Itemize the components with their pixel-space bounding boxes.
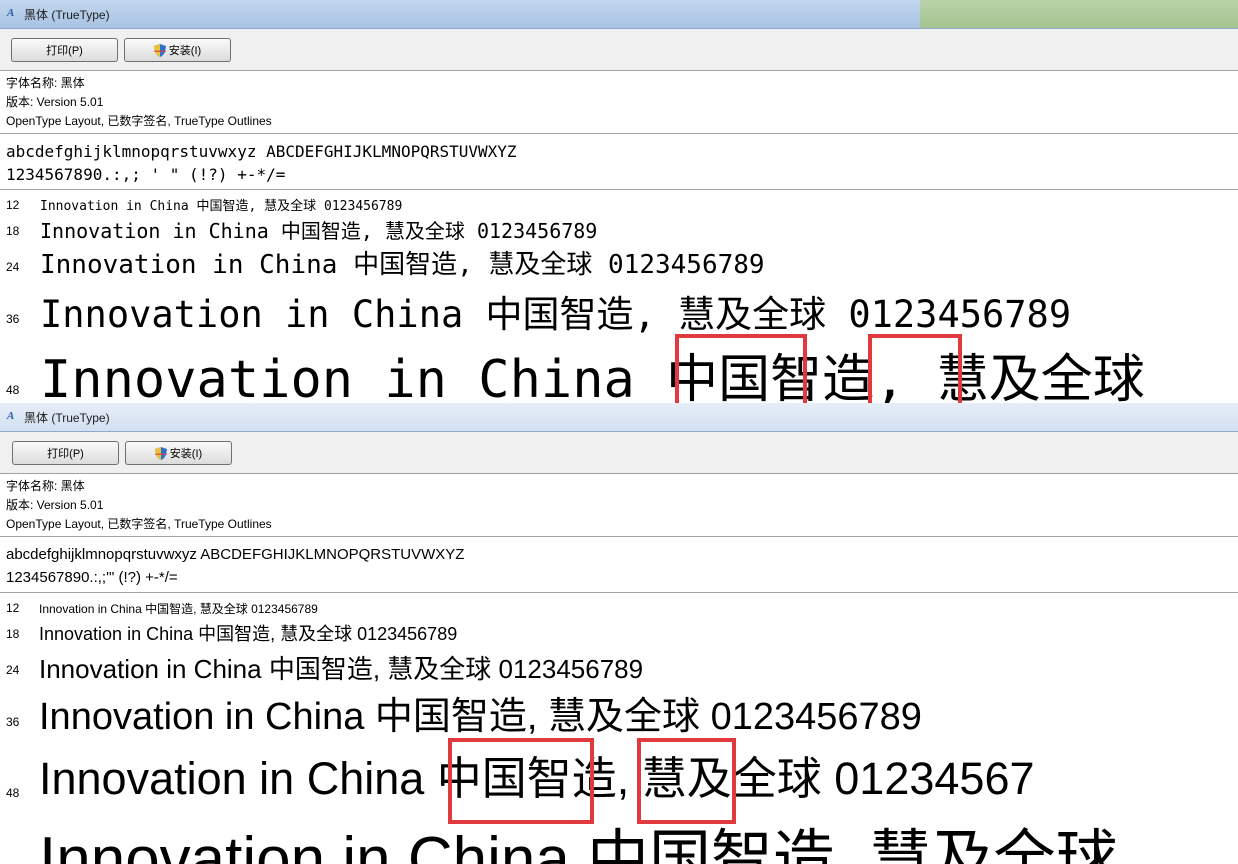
uac-shield-icon bbox=[153, 43, 166, 57]
sample-text: Innovation in China 中国智造, 慧及全球 012345678… bbox=[39, 624, 458, 644]
font-version: 版本: Version 5.01 bbox=[6, 498, 104, 512]
sample-text: Innovation in China 中国智造, 慧及全球 012345678… bbox=[40, 293, 1072, 336]
install-button-label: 安装(I) bbox=[168, 45, 202, 57]
sample-text: Innovation in China 中国智造, 慧及全球 012345678… bbox=[40, 219, 598, 243]
sample-text: Innovation in China 中国智造, 慧及全球 bbox=[40, 350, 1145, 403]
font-app-icon: A bbox=[7, 410, 15, 422]
print-button-label: 打印(P) bbox=[47, 448, 84, 460]
font-version: 版本: Version 5.01 bbox=[6, 95, 104, 109]
highlight-box bbox=[868, 334, 962, 403]
size-label: 36 bbox=[6, 312, 20, 326]
title-bar[interactable]: A 黑体 (TrueType) bbox=[0, 0, 1238, 29]
install-button[interactable]: 安装(I) bbox=[124, 38, 231, 62]
size-label: 18 bbox=[6, 627, 20, 641]
sample-text: Innovation in China 中国智造, 慧及全球 012345678… bbox=[39, 696, 922, 738]
size-label: 24 bbox=[6, 663, 20, 677]
font-type-info: OpenType Layout, 已数字签名, TrueType Outline… bbox=[6, 517, 272, 531]
character-sample: abcdefghijklmnopqrstuvwxyz ABCDEFGHIJKLM… bbox=[0, 134, 1238, 190]
alphabet-sample: abcdefghijklmnopqrstuvwxyz ABCDEFGHIJKLM… bbox=[6, 142, 517, 161]
size-label: 18 bbox=[6, 224, 20, 238]
toolbar: 打印(P) 安装(I) bbox=[0, 29, 1238, 71]
highlight-box bbox=[637, 738, 736, 824]
sample-text: Innovation in China 中国智造, 慧及全球 012345678… bbox=[39, 602, 318, 616]
size-label: 48 bbox=[6, 786, 20, 800]
sample-text: Innovation in China 中国智造, 慧及全球 012345678… bbox=[39, 654, 644, 684]
install-button-label: 安装(I) bbox=[169, 448, 203, 460]
alphabet-sample: abcdefghijklmnopqrstuvwxyz ABCDEFGHIJKLM… bbox=[6, 546, 465, 563]
highlight-box bbox=[448, 738, 594, 824]
font-app-icon: A bbox=[7, 7, 15, 19]
uac-shield-icon bbox=[154, 446, 167, 460]
install-button[interactable]: 安装(I) bbox=[125, 441, 232, 465]
font-info: 字体名称: 黑体 版本: Version 5.01 OpenType Layou… bbox=[0, 474, 1238, 537]
font-viewer-window-top: A 黑体 (TrueType) 打印(P) 安装(I) 字体名称: 黑体 版本:… bbox=[0, 0, 1238, 403]
font-name: 字体名称: 黑体 bbox=[6, 76, 85, 90]
digits-sample: 1234567890.:,; ' " (!?) +-*/= bbox=[6, 165, 286, 184]
size-label: 48 bbox=[6, 383, 20, 397]
window-title: 黑体 (TrueType) bbox=[24, 411, 110, 425]
font-viewer-window-bottom: A 黑体 (TrueType) 打印(P) 安装(I) 字体名称: 黑体 版本:… bbox=[0, 403, 1238, 864]
character-sample: abcdefghijklmnopqrstuvwxyz ABCDEFGHIJKLM… bbox=[0, 537, 1238, 593]
sample-text: Innovation in China 中国智造, 慧及全球 012345678… bbox=[40, 199, 403, 214]
font-type-info: OpenType Layout, 已数字签名, TrueType Outline… bbox=[6, 114, 272, 128]
size-label: 12 bbox=[6, 601, 20, 615]
size-label: 36 bbox=[6, 715, 20, 729]
sample-text: Innovation in China 中国智造, 慧及全球 012345678… bbox=[40, 250, 765, 280]
font-name: 字体名称: 黑体 bbox=[6, 479, 85, 493]
print-button[interactable]: 打印(P) bbox=[11, 38, 118, 62]
print-button[interactable]: 打印(P) bbox=[12, 441, 119, 465]
size-label: 24 bbox=[6, 260, 20, 274]
size-label: 12 bbox=[6, 198, 20, 212]
digits-sample: 1234567890.:,;'" (!?) +-*/= bbox=[6, 569, 178, 586]
title-bar[interactable]: A 黑体 (TrueType) bbox=[0, 403, 1238, 432]
toolbar: 打印(P) 安装(I) bbox=[0, 432, 1238, 474]
highlight-box bbox=[675, 334, 807, 403]
window-title: 黑体 (TrueType) bbox=[24, 8, 110, 22]
font-info: 字体名称: 黑体 版本: Version 5.01 OpenType Layou… bbox=[0, 71, 1238, 134]
print-button-label: 打印(P) bbox=[46, 45, 83, 57]
